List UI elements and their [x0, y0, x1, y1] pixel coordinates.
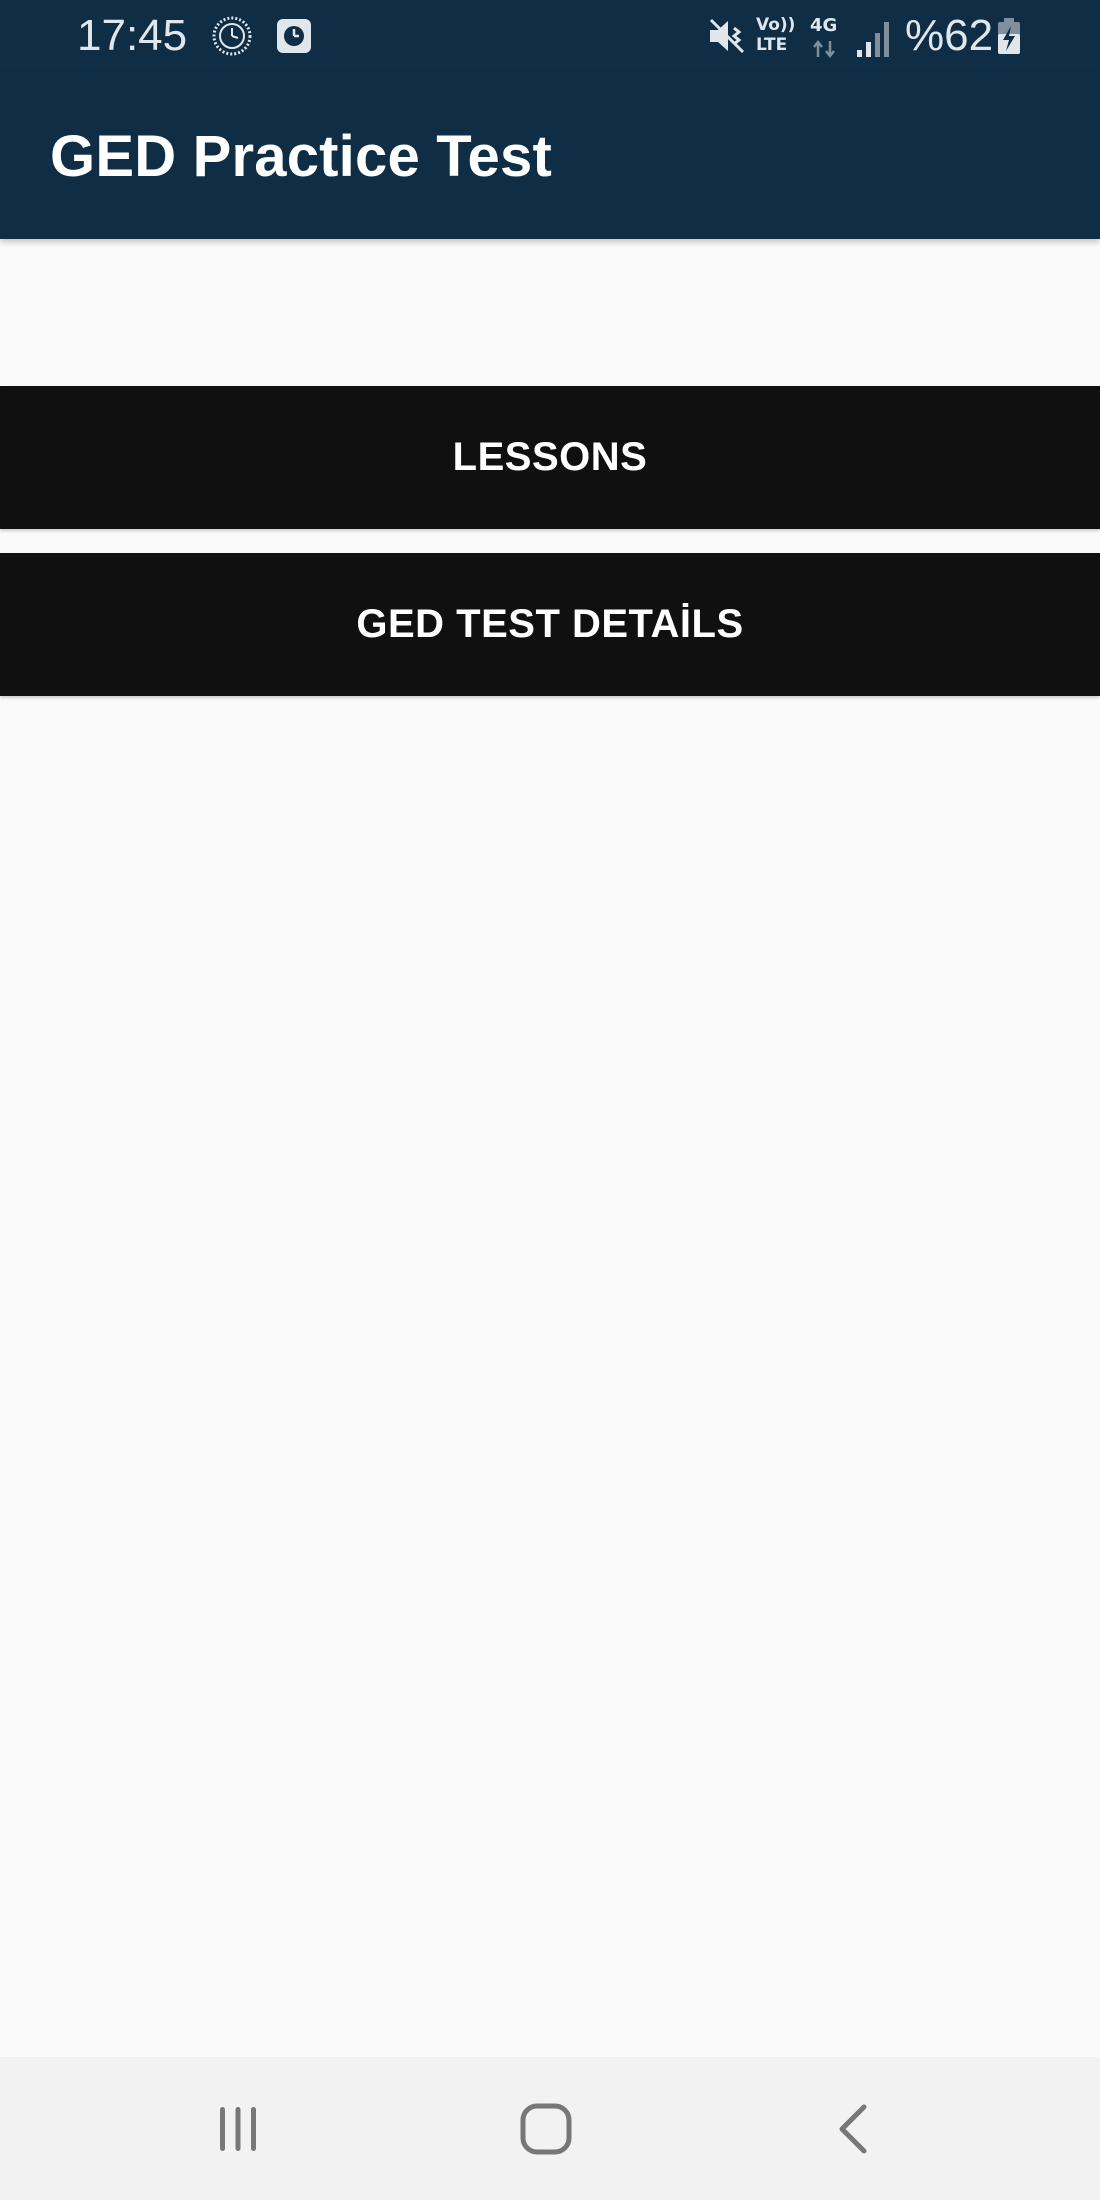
screen: 17:45 Vo)) LTE 4G %62 GED Practice Test … — [0, 0, 1100, 2200]
signal-icon — [856, 12, 890, 60]
status-time: 17:45 — [77, 11, 188, 60]
recent-apps-icon[interactable] — [196, 2087, 280, 2171]
lessons-button[interactable]: LESSONS — [0, 386, 1100, 529]
battery-percentage: %62 — [905, 11, 994, 60]
volte-label: Vo)) — [756, 15, 796, 35]
clock-face-icon — [210, 14, 254, 58]
home-icon[interactable] — [504, 2087, 588, 2171]
ged-test-details-button[interactable]: GED TEST DETAİLS — [0, 553, 1100, 696]
alarm-icon — [272, 14, 316, 58]
network-type-label: 4G — [810, 15, 838, 36]
data-arrows-icon — [811, 39, 837, 59]
app-bar: GED Practice Test — [0, 73, 1100, 239]
navigation-bar — [0, 2057, 1100, 2200]
lte-label: LTE — [756, 35, 788, 55]
app-title: GED Practice Test — [50, 124, 552, 189]
back-icon[interactable] — [812, 2087, 896, 2171]
battery-charging-icon — [996, 12, 1022, 60]
vibrate-mute-icon — [706, 12, 748, 60]
status-bar: 17:45 Vo)) LTE 4G %62 — [0, 0, 1100, 73]
